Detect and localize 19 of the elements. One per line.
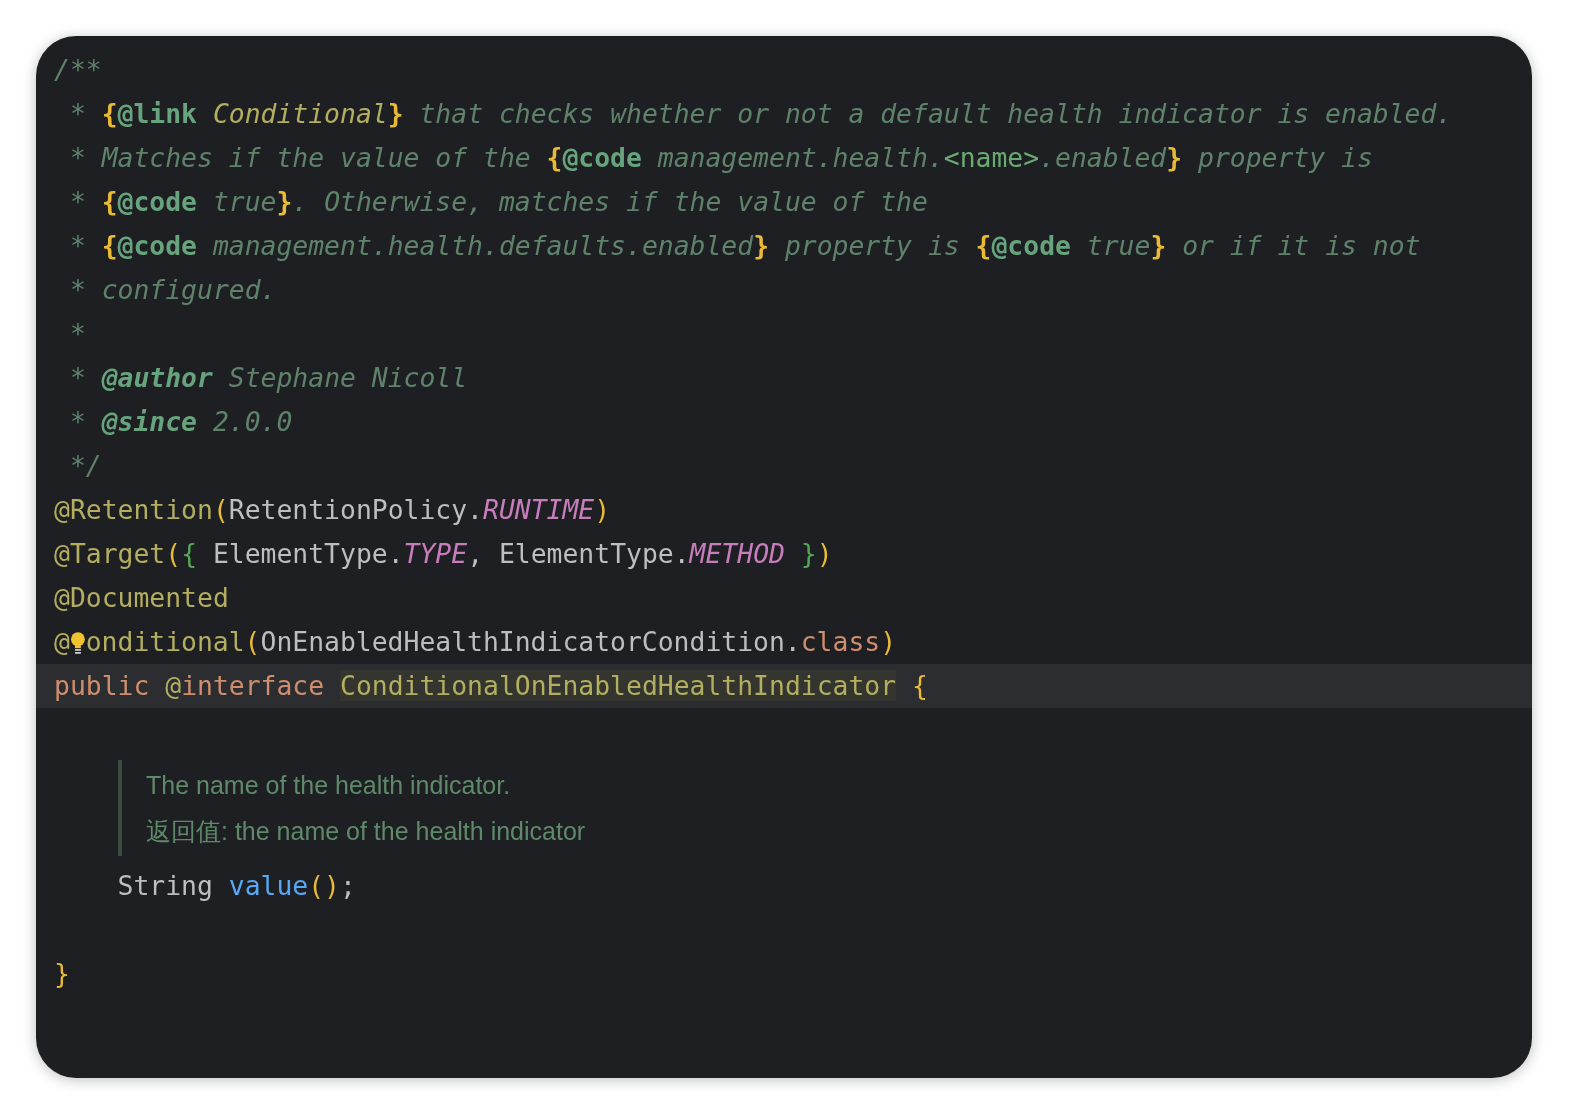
code-line: } [53,957,71,991]
lightbulb-icon[interactable] [69,629,86,657]
code-line: @Retention(RetentionPolicy.RUNTIME) [53,493,612,527]
code-line: String value(); [116,869,357,903]
code-line: * {@link Conditional} that checks whether or not a default health indicator is enabled. [68,97,1454,131]
code-line: @Documented [53,581,230,615]
code-line: * {@code true}. Otherwise, matches if the value of the [68,185,929,219]
code-line: * Matches if the value of the {@code management.health.<name>.enabled} property is [68,141,1374,175]
code-line: * configured. [68,273,278,307]
code-line: /** [53,53,103,87]
doc-text: The name of the health indicator. [146,770,511,801]
code-line: */ [68,449,103,483]
doc-text: 返回值: the name of the health indicator [146,816,586,847]
code-line: * @since 2.0.0 [68,405,294,439]
code-line: * [68,317,87,351]
code-line: @ onditional(OnEnabledHealthIndicatorCondition.class) [53,625,898,659]
code-line: * {@code management.health.defaults.enabled} property is {@code true} or if it is not [68,229,1422,263]
code-line: * @author Stephane Nicoll [68,361,469,395]
code-line: @Target({ ElementType.TYPE, ElementType.METHOD }) [53,537,834,571]
